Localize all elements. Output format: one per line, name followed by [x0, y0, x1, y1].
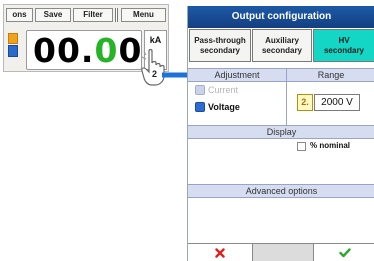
nominal-checkbox[interactable] — [297, 142, 306, 151]
cancel-button[interactable] — [188, 244, 252, 261]
tab-pass-through-secondary[interactable]: Pass-through secondary — [189, 29, 251, 62]
adjustment-header: Adjustment — [188, 68, 286, 82]
voltage-label: Voltage — [208, 102, 240, 112]
tab-label: HV secondary — [324, 36, 364, 56]
window-title: Output configuration — [188, 6, 374, 28]
blue-indicator-icon — [8, 45, 18, 57]
advanced-options-header[interactable]: Advanced options — [188, 184, 374, 198]
tab-label: Auxiliary secondary — [262, 36, 302, 56]
toolbar-separator — [115, 8, 118, 22]
tab-auxiliary-secondary[interactable]: Auxiliary secondary — [252, 29, 312, 62]
range-select[interactable]: 2000 V — [314, 94, 360, 111]
current-radio[interactable] — [195, 85, 205, 95]
range-header: Range — [287, 68, 374, 82]
step-number: 2 — [152, 69, 158, 79]
nominal-label: % nominal — [310, 141, 351, 150]
orange-indicator-icon — [8, 33, 18, 44]
tab-label-line1: Pass-through — [194, 35, 246, 45]
tab-hv-secondary[interactable]: HV secondary — [313, 29, 374, 62]
column-divider — [286, 68, 287, 128]
voltage-radio[interactable] — [195, 102, 205, 112]
output-configuration-window: Output configuration Pass-through seconda… — [187, 6, 374, 261]
toolbar-filter-button[interactable]: Filter — [73, 8, 113, 22]
ok-button[interactable] — [314, 244, 374, 261]
reading-prefix: 00. — [33, 31, 95, 70]
unit-label: kA — [149, 35, 162, 45]
current-label: Current — [208, 85, 239, 95]
display-header: Display — [188, 125, 374, 139]
action-bar — [188, 243, 374, 261]
reading-display[interactable]: 00.00 — [26, 30, 142, 70]
toolbar-options-button[interactable]: ons — [6, 8, 33, 22]
green-check-icon — [338, 248, 351, 258]
tab-label-line2: secondary — [199, 45, 241, 55]
range-shortcut-key[interactable]: 2. — [297, 94, 313, 111]
tab-label-line2: secondary — [323, 45, 365, 55]
reading-value: 00.00 — [33, 32, 142, 70]
tab-label-line2: secondary — [261, 45, 303, 55]
toolbar-save-button[interactable]: Save — [35, 8, 71, 22]
red-x-icon — [215, 248, 225, 258]
tab-label-line1: HV — [338, 35, 350, 45]
reading-active-digit: 0 — [94, 31, 119, 70]
empty-button[interactable] — [252, 244, 314, 261]
tab-label-line1: Auxiliary — [265, 35, 299, 45]
toolbar-menu-button[interactable]: Menu — [121, 8, 166, 22]
tab-label: Pass-through secondary — [194, 36, 246, 56]
